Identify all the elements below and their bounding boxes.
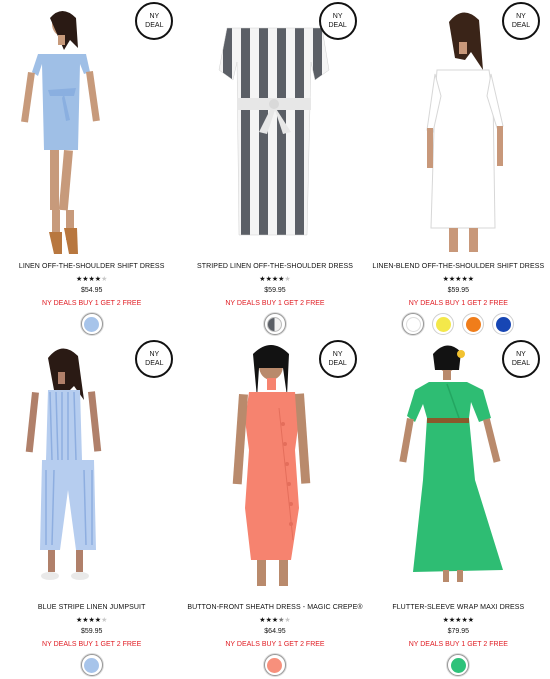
color-swatch-blue[interactable] bbox=[80, 313, 103, 335]
product-info: BUTTON-FRONT SHEATH DRESS - MAGIC CREPE®… bbox=[183, 604, 366, 676]
color-swatch-white[interactable] bbox=[402, 313, 425, 335]
star-icon: ★ bbox=[284, 276, 291, 283]
product-card[interactable]: NY DEAL STRIPED LINEN OFF-THE-SHOULDER DR… bbox=[183, 0, 366, 340]
star-icon: ★ bbox=[284, 617, 291, 624]
color-swatches bbox=[367, 313, 550, 335]
rating-stars: ★ ★ ★ ★ ★ bbox=[0, 276, 183, 284]
swatch-dot bbox=[267, 657, 283, 673]
deal-label: NY DEALS BUY 1 GET 2 FREE bbox=[408, 641, 508, 648]
swatch-dot bbox=[405, 316, 421, 332]
swatch-dot bbox=[465, 316, 481, 332]
deal-label: NY DEALS BUY 1 GET 2 FREE bbox=[225, 300, 325, 307]
product-card[interactable]: NY DEAL BUTTON-FRONT SHEATH DRESS - MAGIC… bbox=[183, 340, 366, 679]
color-swatches bbox=[367, 654, 550, 676]
product-info: FLUTTER-SLEEVE WRAP MAXI DRESS ★ ★ ★ ★ ★ $79… bbox=[367, 604, 550, 676]
color-swatch-grey-white[interactable] bbox=[263, 313, 286, 335]
product-price: $54.95 bbox=[80, 287, 103, 294]
product-name[interactable]: LINEN-BLEND OFF-THE-SHOULDER SHIFT DRESS bbox=[367, 263, 550, 270]
rating-stars: ★ ★ ★ ★ ★ bbox=[367, 617, 550, 625]
color-swatches bbox=[0, 654, 183, 676]
swatch-dot bbox=[84, 316, 100, 332]
swatch-dot bbox=[84, 657, 100, 673]
star-icon: ★ bbox=[101, 617, 108, 624]
product-info: STRIPED LINEN OFF-THE-SHOULDER DRESS ★ ★ ★… bbox=[183, 263, 366, 335]
rating-stars: ★ ★ ★ ★ ★ bbox=[367, 276, 550, 284]
ny-deal-badge: NY DEAL bbox=[501, 2, 540, 40]
deal-label: NY DEALS BUY 1 GET 2 FREE bbox=[42, 641, 142, 648]
product-name[interactable]: STRIPED LINEN OFF-THE-SHOULDER DRESS bbox=[183, 263, 366, 270]
deal-label: NY DEALS BUY 1 GET 2 FREE bbox=[225, 641, 325, 648]
product-image[interactable]: NY DEAL bbox=[370, 0, 546, 256]
product-info: LINEN OFF-THE-SHOULDER SHIFT DRESS ★ ★ ★ ★ ★… bbox=[0, 263, 183, 335]
swatch-dot bbox=[450, 657, 466, 673]
color-swatches bbox=[183, 654, 366, 676]
product-name[interactable]: LINEN OFF-THE-SHOULDER SHIFT DRESS bbox=[0, 263, 183, 270]
swatch-dot bbox=[267, 316, 283, 332]
ny-deal-badge: NY DEAL bbox=[318, 340, 357, 378]
product-image[interactable]: NY DEAL bbox=[4, 340, 180, 586]
ny-deal-badge: NY DEAL bbox=[318, 2, 357, 40]
product-price: $64.95 bbox=[264, 628, 286, 635]
deal-label: NY DEALS BUY 1 GET 2 FREE bbox=[42, 300, 142, 307]
product-name[interactable]: FLUTTER-SLEEVE WRAP MAXI DRESS bbox=[367, 604, 550, 611]
swatch-dot bbox=[435, 316, 451, 332]
rating-stars: ★ ★ ★ ★ ★ bbox=[0, 617, 183, 625]
color-swatch-blue[interactable] bbox=[492, 313, 515, 335]
swatch-dot bbox=[495, 316, 511, 332]
product-card[interactable]: NY DEAL FLUTTER-SLEEVE WRAP MAXI DRESS ★ ★… bbox=[367, 340, 550, 679]
color-swatches bbox=[0, 313, 183, 335]
ny-deal-badge: NY DEAL bbox=[501, 340, 540, 378]
product-image[interactable]: NY DEAL bbox=[370, 340, 546, 586]
product-name[interactable]: BUTTON-FRONT SHEATH DRESS - MAGIC CREPE® bbox=[183, 604, 366, 611]
deal-label: NY DEALS BUY 1 GET 2 FREE bbox=[408, 300, 508, 307]
rating-stars: ★ ★ ★ ★ ★ bbox=[183, 276, 366, 284]
rating-stars: ★ ★ ★ ★ ★ bbox=[183, 617, 366, 625]
product-image[interactable]: NY DEAL bbox=[4, 0, 180, 256]
color-swatch-green[interactable] bbox=[447, 654, 470, 676]
star-icon: ★ bbox=[101, 276, 108, 283]
product-image[interactable]: NY DEAL bbox=[187, 0, 363, 256]
color-swatch-coral[interactable] bbox=[263, 654, 286, 676]
color-swatches bbox=[183, 313, 366, 335]
product-grid: NY DEAL LINEN OFF-THE-SHOULDER SHIFT DRES… bbox=[0, 0, 550, 679]
product-price: $79.95 bbox=[447, 628, 470, 635]
color-swatch-blue[interactable] bbox=[80, 654, 103, 676]
product-name[interactable]: BLUE STRIPE LINEN JUMPSUIT bbox=[0, 604, 183, 611]
product-image[interactable]: NY DEAL bbox=[187, 340, 363, 586]
star-icon: ★ bbox=[467, 617, 475, 624]
product-info: BLUE STRIPE LINEN JUMPSUIT ★ ★ ★ ★ ★ $59.95 … bbox=[0, 604, 183, 676]
color-swatch-orange[interactable] bbox=[462, 313, 485, 335]
product-card[interactable]: NY DEAL BLUE STRIPE LINEN JUMPSUIT ★ ★ ★ ★ ★ … bbox=[0, 340, 183, 679]
product-price: $59.95 bbox=[264, 287, 286, 294]
product-info: LINEN-BLEND OFF-THE-SHOULDER SHIFT DRESS… bbox=[367, 263, 550, 335]
product-price: $59.95 bbox=[80, 628, 103, 635]
color-swatch-yellow[interactable] bbox=[432, 313, 455, 335]
product-card[interactable]: NY DEAL LINEN OFF-THE-SHOULDER SHIFT DRES… bbox=[0, 0, 183, 340]
product-card[interactable]: NY DEAL LINEN-BLEND OFF-THE-SHOULDER SHIF… bbox=[367, 0, 550, 340]
product-price: $59.95 bbox=[447, 287, 470, 294]
star-icon: ★ bbox=[467, 276, 475, 283]
